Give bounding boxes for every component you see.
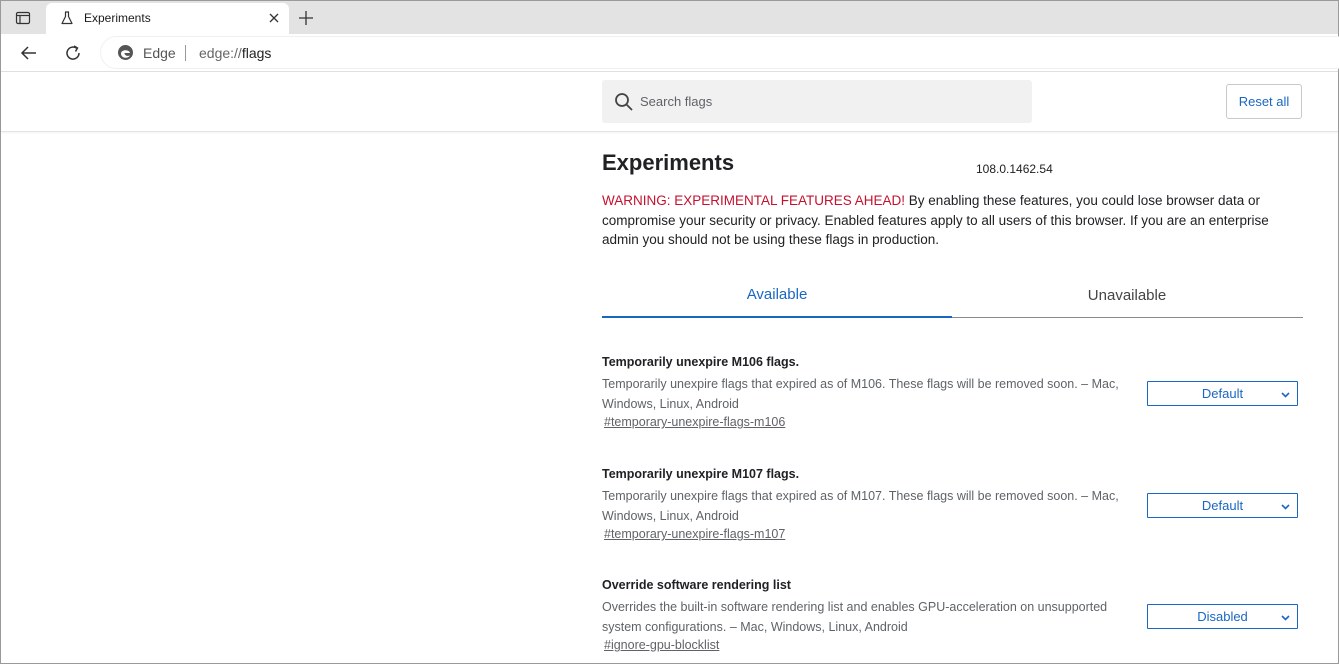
tab-close-button[interactable] bbox=[267, 11, 281, 25]
address-bar[interactable]: Edge edge://flags bbox=[101, 37, 1339, 68]
new-tab-button[interactable] bbox=[295, 7, 317, 29]
reset-all-button[interactable]: Reset all bbox=[1226, 84, 1302, 119]
tab-title: Experiments bbox=[84, 11, 151, 25]
flag-description: Temporarily unexpire flags that expired … bbox=[602, 489, 1119, 523]
flag-permalink[interactable]: #temporary-unexpire-flags-m106 bbox=[604, 415, 785, 429]
tab-actions-button[interactable] bbox=[11, 8, 35, 28]
url-scheme: edge:// bbox=[199, 45, 242, 61]
url-path: flags bbox=[241, 45, 272, 61]
back-arrow-icon bbox=[20, 46, 36, 60]
flag-state-value: Disabled bbox=[1197, 609, 1248, 624]
flag-state-value: Default bbox=[1201, 386, 1244, 401]
active-tab[interactable]: Experiments bbox=[46, 3, 289, 34]
chevron-down-icon bbox=[1281, 615, 1290, 621]
search-input[interactable] bbox=[640, 80, 1020, 123]
tab-strip: Experiments bbox=[1, 1, 1338, 34]
edge-logo-icon bbox=[118, 45, 133, 60]
site-name: Edge bbox=[143, 45, 176, 61]
reload-icon bbox=[66, 45, 80, 60]
search-icon bbox=[615, 93, 633, 111]
close-icon bbox=[269, 13, 279, 23]
flag-description: Temporarily unexpire flags that expired … bbox=[602, 377, 1119, 411]
flag-state-select[interactable]: Disabled bbox=[1147, 604, 1298, 629]
flag-state-select[interactable]: Default bbox=[1147, 381, 1298, 406]
chevron-down-icon bbox=[1281, 392, 1290, 398]
flag-tabs: Available Unavailable bbox=[602, 272, 1303, 318]
flag-permalink[interactable]: #ignore-gpu-blocklist bbox=[604, 638, 719, 652]
flask-icon bbox=[61, 11, 73, 25]
warning-message: WARNING: EXPERIMENTAL FEATURES AHEAD! By… bbox=[602, 191, 1303, 250]
omnibox-divider bbox=[185, 45, 186, 61]
warning-strong: WARNING: EXPERIMENTAL FEATURES AHEAD! bbox=[602, 193, 906, 208]
flag-permalink[interactable]: #temporary-unexpire-flags-m107 bbox=[604, 527, 785, 541]
flag-name: Temporarily unexpire M106 flags. bbox=[602, 355, 800, 369]
reload-button[interactable] bbox=[61, 41, 85, 65]
flag-description: Overrides the built-in software renderin… bbox=[602, 600, 1108, 634]
flag-state-value: Default bbox=[1201, 498, 1244, 513]
tab-actions-icon bbox=[15, 11, 31, 25]
flags-header: Reset all bbox=[1, 72, 1338, 132]
back-button[interactable] bbox=[17, 41, 41, 65]
plus-icon bbox=[299, 11, 313, 25]
tab-available[interactable]: Available bbox=[602, 272, 952, 318]
flag-item: Temporarily unexpire M107 flags. Tempora… bbox=[602, 467, 1303, 557]
version-label: 108.0.1462.54 bbox=[976, 162, 1053, 176]
flag-item: Temporarily unexpire M106 flags. Tempora… bbox=[602, 355, 1303, 445]
url-text[interactable]: edge://flags bbox=[199, 45, 271, 61]
flag-name: Override software rendering list bbox=[602, 578, 791, 592]
flag-state-select[interactable]: Default bbox=[1147, 493, 1298, 518]
flag-item: Override software rendering list Overrid… bbox=[602, 578, 1303, 664]
flag-name: Temporarily unexpire M107 flags. bbox=[602, 467, 800, 481]
chevron-down-icon bbox=[1281, 504, 1290, 510]
tab-unavailable[interactable]: Unavailable bbox=[952, 272, 1302, 318]
search-box[interactable] bbox=[602, 80, 1032, 123]
browser-toolbar: Edge edge://flags bbox=[1, 34, 1339, 72]
page-title: Experiments bbox=[602, 150, 735, 175]
